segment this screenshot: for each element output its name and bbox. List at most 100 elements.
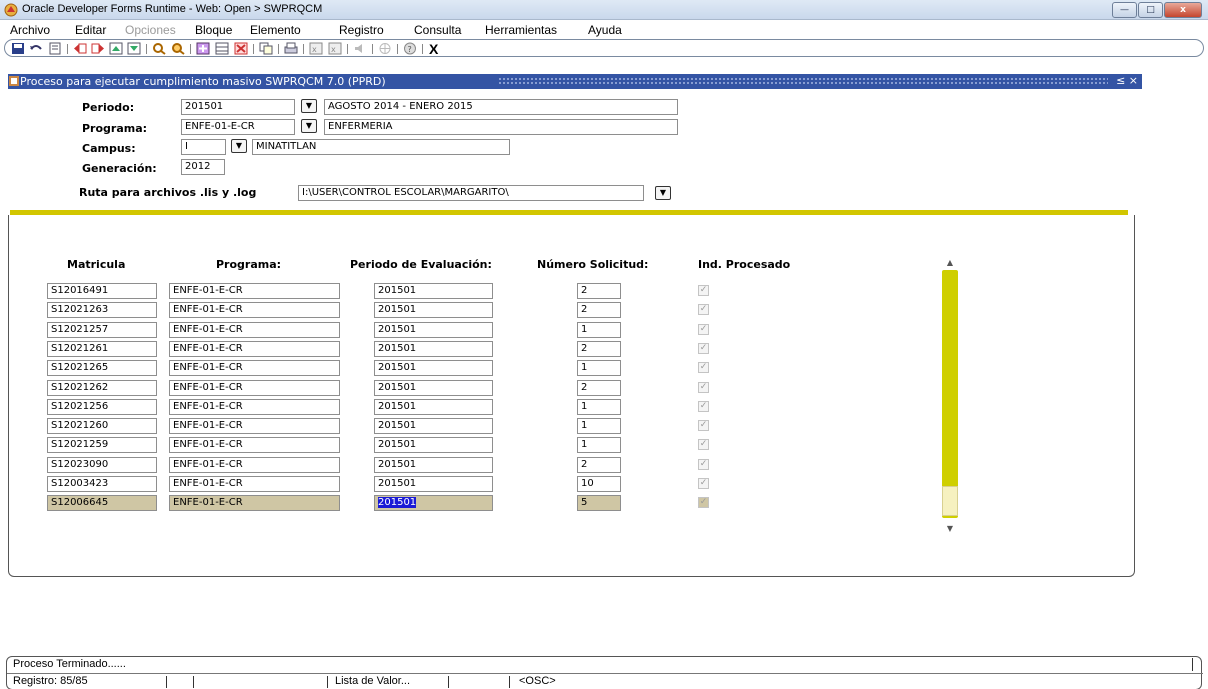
ruta-input[interactable]: I:\USER\CONTROL ESCOLAR\MARGARITO\ (298, 185, 644, 201)
programa-cell[interactable]: ENFE-01-E-CR (169, 380, 340, 396)
procesado-checkbox[interactable]: ✓ (698, 285, 709, 296)
matricula-cell[interactable]: S12016491 (47, 283, 157, 299)
numero-solicitud-cell[interactable]: 2 (577, 302, 621, 318)
programa-cell[interactable]: ENFE-01-E-CR (169, 341, 340, 357)
menu-opciones[interactable]: Opciones (125, 23, 176, 37)
maximize-button[interactable]: □ (1138, 2, 1163, 18)
menu-editar[interactable]: Editar (75, 23, 106, 37)
programa-cell[interactable]: ENFE-01-E-CR (169, 360, 340, 376)
programa-cell[interactable]: ENFE-01-E-CR (169, 283, 340, 299)
previous-record-icon[interactable] (109, 42, 123, 55)
periodo-cell[interactable]: 201501 (374, 476, 493, 492)
periodo-cell[interactable]: 201501 (374, 380, 493, 396)
matricula-cell[interactable]: S12021262 (47, 380, 157, 396)
procesado-checkbox[interactable]: ✓ (698, 362, 709, 373)
ruta-lov-button[interactable]: ▼ (655, 186, 671, 200)
matricula-cell[interactable]: S12023090 (47, 457, 157, 473)
count-query-icon[interactable]: x (328, 42, 342, 55)
campus-input[interactable]: I (181, 139, 226, 155)
periodo-cell[interactable]: 201501 (374, 437, 493, 453)
menu-registro[interactable]: Registro (339, 23, 384, 37)
programa-cell[interactable]: ENFE-01-E-CR (169, 457, 340, 473)
matricula-cell[interactable]: S12021257 (47, 322, 157, 338)
previous-block-icon[interactable] (73, 42, 87, 55)
numero-solicitud-cell[interactable]: 2 (577, 457, 621, 473)
exit-button[interactable]: X (429, 41, 438, 57)
menu-bloque[interactable]: Bloque (195, 23, 232, 37)
matricula-cell[interactable]: S12021260 (47, 418, 157, 434)
procesado-checkbox[interactable]: ✓ (698, 478, 709, 489)
scrollbar-track[interactable] (942, 270, 958, 518)
matricula-cell[interactable]: S12021261 (47, 341, 157, 357)
numero-solicitud-cell[interactable]: 2 (577, 283, 621, 299)
form-window-controls[interactable]: ≤ × (1116, 74, 1138, 87)
periodo-input[interactable]: 201501 (181, 99, 295, 115)
help-icon[interactable]: ? (403, 42, 417, 55)
periodo-lov-button[interactable]: ▼ (301, 99, 317, 113)
scrollbar-thumb[interactable] (942, 486, 958, 516)
insert-record-icon[interactable] (196, 42, 210, 55)
campus-lov-button[interactable]: ▼ (231, 139, 247, 153)
print-preview-icon[interactable] (48, 42, 62, 55)
matricula-cell[interactable]: S12021263 (47, 302, 157, 318)
duplicate-record-icon[interactable] (215, 42, 229, 55)
periodo-cell[interactable]: 201501 (374, 418, 493, 434)
menu-archivo[interactable]: Archivo (10, 23, 50, 37)
procesado-checkbox[interactable]: ✓ (698, 420, 709, 431)
matricula-cell[interactable]: S12003423 (47, 476, 157, 492)
menu-herramientas[interactable]: Herramientas (485, 23, 557, 37)
periodo-cell[interactable]: 201501 (374, 302, 493, 318)
numero-solicitud-cell[interactable]: 1 (577, 360, 621, 376)
scroll-down-icon[interactable]: ▼ (942, 522, 958, 536)
execute-query-icon[interactable] (171, 42, 185, 55)
numero-solicitud-cell[interactable]: 1 (577, 418, 621, 434)
grid-scrollbar[interactable]: ▲ ▼ (942, 256, 958, 540)
periodo-cell[interactable]: 201501 (374, 322, 493, 338)
procesado-checkbox[interactable]: ✓ (698, 459, 709, 470)
matricula-cell[interactable]: S12006645 (47, 495, 157, 511)
programa-cell[interactable]: ENFE-01-E-CR (169, 399, 340, 415)
periodo-cell[interactable]: 201501 (374, 283, 493, 299)
sound-icon[interactable] (353, 42, 367, 55)
numero-solicitud-cell[interactable]: 5 (577, 495, 621, 511)
delete-record-icon[interactable] (234, 42, 248, 55)
procesado-checkbox[interactable]: ✓ (698, 401, 709, 412)
print-icon[interactable] (284, 42, 298, 55)
menu-ayuda[interactable]: Ayuda (588, 23, 622, 37)
programa-input[interactable]: ENFE-01-E-CR (181, 119, 295, 135)
next-record-icon[interactable] (127, 42, 141, 55)
periodo-cell[interactable]: 201501 (374, 495, 493, 511)
numero-solicitud-cell[interactable]: 2 (577, 341, 621, 357)
navigate-icon[interactable] (378, 42, 392, 55)
programa-cell[interactable]: ENFE-01-E-CR (169, 476, 340, 492)
matricula-cell[interactable]: S12021259 (47, 437, 157, 453)
procesado-checkbox[interactable]: ✓ (698, 497, 709, 508)
rollback-icon[interactable] (29, 42, 43, 55)
procesado-checkbox[interactable]: ✓ (698, 439, 709, 450)
programa-cell[interactable]: ENFE-01-E-CR (169, 302, 340, 318)
minimize-button[interactable]: — (1112, 2, 1137, 18)
generacion-input[interactable]: 2012 (181, 159, 225, 175)
next-block-icon[interactable] (91, 42, 105, 55)
menu-elemento[interactable]: Elemento (250, 23, 301, 37)
procesado-checkbox[interactable]: ✓ (698, 324, 709, 335)
copy-icon[interactable] (259, 42, 273, 55)
programa-lov-button[interactable]: ▼ (301, 119, 317, 133)
procesado-checkbox[interactable]: ✓ (698, 343, 709, 354)
programa-cell[interactable]: ENFE-01-E-CR (169, 495, 340, 511)
enter-query-icon[interactable] (152, 42, 166, 55)
scroll-up-icon[interactable]: ▲ (942, 256, 958, 270)
cancel-query-icon[interactable]: x (309, 42, 323, 55)
programa-cell[interactable]: ENFE-01-E-CR (169, 437, 340, 453)
procesado-checkbox[interactable]: ✓ (698, 382, 709, 393)
periodo-cell[interactable]: 201501 (374, 360, 493, 376)
programa-cell[interactable]: ENFE-01-E-CR (169, 418, 340, 434)
procesado-checkbox[interactable]: ✓ (698, 304, 709, 315)
numero-solicitud-cell[interactable]: 10 (577, 476, 621, 492)
menu-consulta[interactable]: Consulta (414, 23, 461, 37)
periodo-cell[interactable]: 201501 (374, 457, 493, 473)
numero-solicitud-cell[interactable]: 1 (577, 437, 621, 453)
numero-solicitud-cell[interactable]: 2 (577, 380, 621, 396)
matricula-cell[interactable]: S12021265 (47, 360, 157, 376)
close-window-button[interactable]: x (1164, 2, 1202, 18)
